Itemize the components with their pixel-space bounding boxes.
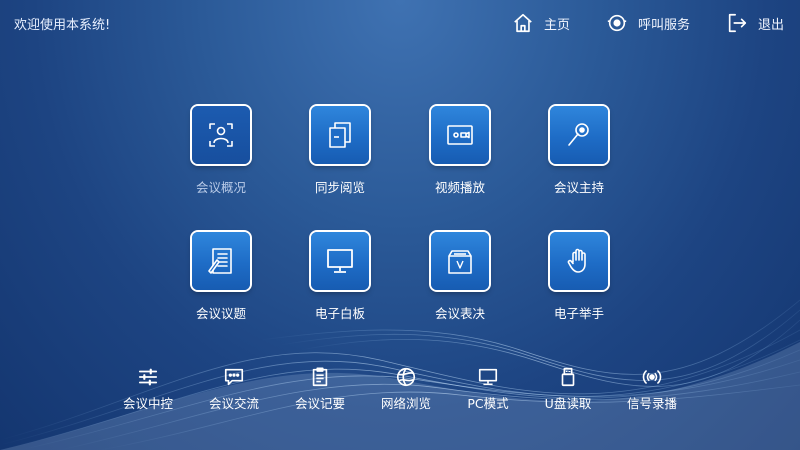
agenda-edit-icon — [208, 248, 232, 274]
raise-hand-icon — [567, 248, 586, 273]
bottom-item-label: 会议中控 — [122, 396, 173, 411]
tile-label: 同步阅览 — [314, 180, 365, 195]
bottom-item-label: PC模式 — [467, 396, 509, 411]
pc-monitor-icon — [478, 368, 498, 386]
bottom-item-web-browse[interactable]: 网络浏览 — [366, 366, 446, 412]
meeting-vote-button[interactable] — [431, 232, 489, 290]
tile-label: 会议主持 — [553, 180, 604, 195]
tile-raise-hand[interactable]: 电子举手 — [519, 232, 639, 322]
tile-label: 会议概况 — [195, 180, 246, 195]
home-icon — [514, 13, 532, 33]
video-play-icon — [447, 125, 473, 145]
home-button[interactable]: 主页 — [512, 10, 570, 36]
tile-label: 会议表决 — [434, 306, 485, 321]
sync-documents-icon — [329, 122, 351, 148]
meeting-host-button[interactable] — [550, 106, 608, 164]
bottom-item-pc-mode[interactable]: PC模式 — [448, 366, 528, 412]
bottom-item-label: 网络浏览 — [380, 396, 431, 411]
tile-video-play[interactable]: 视频播放 — [400, 106, 520, 196]
whiteboard-monitor-icon — [327, 249, 353, 273]
signal-broadcast-icon — [642, 370, 662, 384]
home-label: 主页 — [543, 17, 570, 33]
vote-box-icon — [448, 250, 472, 274]
welcome-text: 欢迎使用本系统! — [14, 18, 111, 33]
bottom-item-label: 会议交流 — [208, 396, 259, 411]
bottom-item-label: U盘读取 — [544, 396, 592, 411]
tile-meeting-vote[interactable]: 会议表决 — [400, 232, 520, 322]
tile-meeting-agenda[interactable]: 会议议题 — [161, 232, 281, 322]
meeting-agenda-button[interactable] — [192, 232, 250, 290]
bottom-item-meeting-chat[interactable]: 会议交流 — [194, 366, 274, 412]
bottom-item-meeting-notes[interactable]: 会议记要 — [280, 366, 360, 412]
bottom-item-label: 会议记要 — [294, 396, 345, 411]
notes-clipboard-icon — [312, 367, 328, 387]
whiteboard-button[interactable] — [311, 232, 369, 290]
video-play-button[interactable] — [431, 106, 489, 164]
globe-icon — [396, 367, 416, 387]
chat-bubble-icon — [224, 368, 244, 386]
meeting-overview-icon — [209, 123, 233, 147]
exit-button[interactable]: 退出 — [726, 10, 784, 36]
microphone-icon — [568, 123, 589, 146]
tile-label: 会议议题 — [195, 306, 246, 321]
raise-hand-button[interactable] — [550, 232, 608, 290]
bottom-item-meeting-control[interactable]: 会议中控 — [108, 366, 188, 412]
tile-label: 电子举手 — [553, 306, 604, 321]
control-sliders-icon — [138, 368, 158, 386]
sync-reading-button[interactable] — [311, 106, 369, 164]
tile-sync-reading[interactable]: 同步阅览 — [280, 106, 400, 196]
exit-icon — [728, 13, 747, 33]
tile-whiteboard[interactable]: 电子白板 — [280, 232, 400, 322]
service-call-icon — [607, 14, 627, 32]
service-call-button[interactable]: 呼叫服务 — [606, 10, 690, 36]
tile-label: 视频播放 — [434, 180, 485, 195]
bottom-item-signal-record[interactable]: 信号录播 — [612, 366, 692, 412]
exit-label: 退出 — [757, 17, 784, 33]
bottom-item-usb-read[interactable]: U盘读取 — [528, 366, 608, 412]
top-navigation: 主页 呼叫服务 退出 — [476, 10, 784, 36]
tile-meeting-overview[interactable]: 会议概况 — [161, 106, 281, 196]
bottom-function-bar: 会议中控 会议交流 会议记要 网络浏览 PC模式 U盘读取 信号录播 — [0, 366, 800, 416]
service-call-label: 呼叫服务 — [637, 17, 690, 33]
usb-drive-icon — [561, 367, 575, 387]
meeting-overview-button[interactable] — [192, 106, 250, 164]
tile-meeting-host[interactable]: 会议主持 — [519, 106, 639, 196]
tile-label: 电子白板 — [314, 306, 365, 321]
bottom-item-label: 信号录播 — [626, 396, 677, 411]
